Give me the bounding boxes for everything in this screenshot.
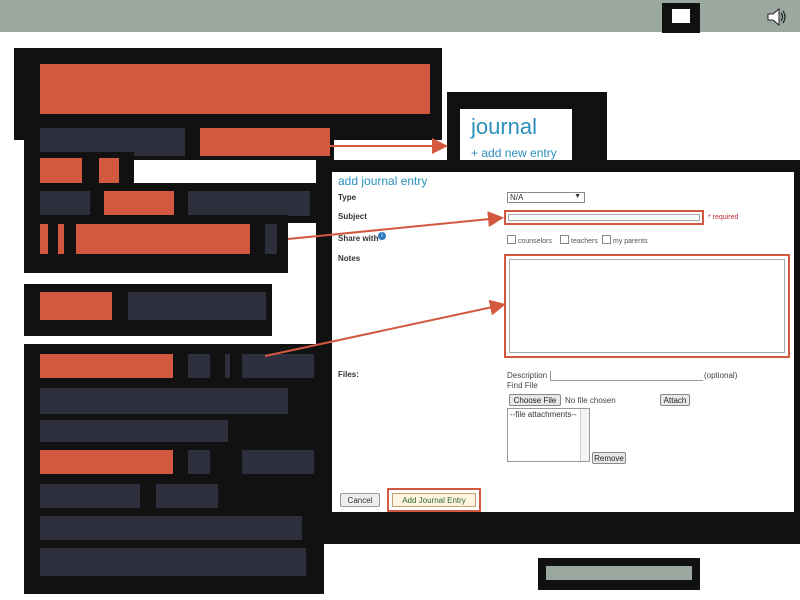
annotation-arrows <box>264 138 506 357</box>
bottom-status-bar <box>538 558 700 590</box>
arrow-to-notes <box>264 299 506 357</box>
arrow-to-subject <box>287 211 504 240</box>
